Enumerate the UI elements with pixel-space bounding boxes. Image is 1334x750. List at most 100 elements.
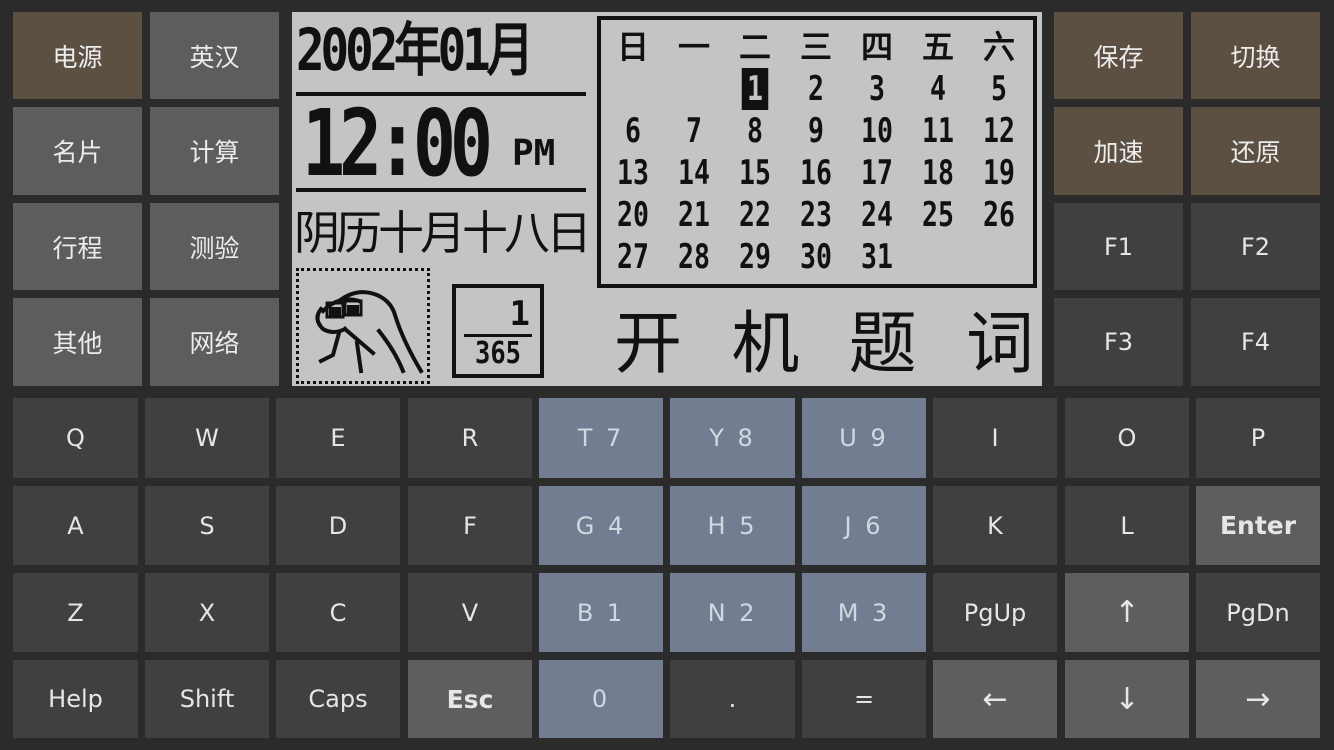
- key-v[interactable]: V: [408, 573, 532, 652]
- save-button[interactable]: 保存: [1054, 12, 1183, 99]
- restore-button[interactable]: 还原: [1191, 107, 1320, 195]
- calendar-day[interactable]: 28: [671, 236, 718, 278]
- calendar-day[interactable]: 17: [854, 152, 901, 194]
- right-arrow-key[interactable]: →: [1196, 660, 1320, 738]
- key-o[interactable]: O: [1065, 398, 1189, 478]
- calendar-day[interactable]: 24: [854, 194, 901, 236]
- slogan-char: 开: [614, 304, 683, 384]
- key-0[interactable]: 0: [539, 660, 663, 738]
- key-h-5[interactable]: H 5: [670, 486, 795, 565]
- calendar-weekday-header: 三: [799, 28, 832, 66]
- time-display: 12:00: [302, 90, 493, 197]
- key-w[interactable]: W: [145, 398, 269, 478]
- f3-key[interactable]: F3: [1054, 298, 1183, 386]
- calendar-day[interactable]: 19: [976, 152, 1023, 194]
- key-b-1[interactable]: B 1: [539, 573, 663, 652]
- help-key[interactable]: Help: [13, 660, 138, 738]
- calendar-day[interactable]: 15: [732, 152, 779, 194]
- key-t-7[interactable]: T 7: [539, 398, 663, 478]
- esc-key[interactable]: Esc: [408, 660, 532, 738]
- key-r[interactable]: R: [408, 398, 532, 478]
- key-a[interactable]: A: [13, 486, 138, 565]
- key-l[interactable]: L: [1065, 486, 1189, 565]
- calendar-day[interactable]: 27: [610, 236, 657, 278]
- key-g-4[interactable]: G 4: [539, 486, 663, 565]
- calendar-day[interactable]: 6: [610, 110, 657, 152]
- business-card-button[interactable]: 名片: [13, 107, 142, 195]
- equals-key[interactable]: =: [802, 660, 926, 738]
- calendar-day[interactable]: 12: [976, 110, 1023, 152]
- calendar-weekday-header: 五: [921, 28, 954, 66]
- divider: [296, 188, 586, 192]
- calendar-day[interactable]: 10: [854, 110, 901, 152]
- up-arrow-key[interactable]: ↑: [1065, 573, 1189, 652]
- calendar-day[interactable]: 4: [915, 68, 962, 110]
- calendar-day[interactable]: 14: [671, 152, 718, 194]
- calendar-day[interactable]: 16: [793, 152, 840, 194]
- key-z[interactable]: Z: [13, 573, 138, 652]
- key-e[interactable]: E: [276, 398, 400, 478]
- key-x[interactable]: X: [145, 573, 269, 652]
- period-key[interactable]: .: [670, 660, 795, 738]
- calendar-day[interactable]: 8: [732, 110, 779, 152]
- calendar-day-selected[interactable]: 1: [741, 68, 769, 110]
- f1-key[interactable]: F1: [1054, 203, 1183, 290]
- calendar-day[interactable]: 22: [732, 194, 779, 236]
- counter-denominator: 365: [474, 336, 522, 371]
- key-i[interactable]: I: [933, 398, 1057, 478]
- network-button[interactable]: 网络: [150, 298, 279, 386]
- other-button[interactable]: 其他: [13, 298, 142, 386]
- calendar-day[interactable]: 13: [610, 152, 657, 194]
- calendar-day[interactable]: 5: [976, 68, 1023, 110]
- caps-key[interactable]: Caps: [276, 660, 400, 738]
- pgup-key[interactable]: PgUp: [933, 573, 1057, 652]
- calendar-day[interactable]: 7: [671, 110, 718, 152]
- calendar-day[interactable]: 30: [793, 236, 840, 278]
- enter-key[interactable]: Enter: [1196, 486, 1320, 565]
- slogan-char: 词: [965, 304, 1034, 384]
- power-button[interactable]: 电源: [13, 12, 142, 99]
- key-k[interactable]: K: [933, 486, 1057, 565]
- down-arrow-key[interactable]: ↓: [1065, 660, 1189, 738]
- key-p[interactable]: P: [1196, 398, 1320, 478]
- f2-key[interactable]: F2: [1191, 203, 1320, 290]
- calendar-day[interactable]: 3: [854, 68, 901, 110]
- calendar-day[interactable]: 2: [793, 68, 840, 110]
- key-q[interactable]: Q: [13, 398, 138, 478]
- calculator-button[interactable]: 计算: [150, 107, 279, 195]
- slogan-char: 题: [848, 304, 917, 384]
- calendar-day[interactable]: 9: [793, 110, 840, 152]
- calendar-day[interactable]: 18: [915, 152, 962, 194]
- left-arrow-key[interactable]: ←: [933, 660, 1057, 738]
- calendar-weekday-header: 二: [738, 28, 771, 66]
- pgdn-key[interactable]: PgDn: [1196, 573, 1320, 652]
- key-y-8[interactable]: Y 8: [670, 398, 795, 478]
- key-c[interactable]: C: [276, 573, 400, 652]
- key-n-2[interactable]: N 2: [670, 573, 795, 652]
- slogan-char: 机: [731, 304, 800, 384]
- calendar-day[interactable]: 25: [915, 194, 962, 236]
- f4-key[interactable]: F4: [1191, 298, 1320, 386]
- quiz-button[interactable]: 测验: [150, 203, 279, 290]
- switch-button[interactable]: 切换: [1191, 12, 1320, 99]
- dictionary-button[interactable]: 英汉: [150, 12, 279, 99]
- calendar-day[interactable]: 11: [915, 110, 962, 152]
- calendar-day[interactable]: 29: [732, 236, 779, 278]
- shift-key[interactable]: Shift: [145, 660, 269, 738]
- calendar-day[interactable]: 21: [671, 194, 718, 236]
- schedule-button[interactable]: 行程: [13, 203, 142, 290]
- key-j-6[interactable]: J 6: [802, 486, 926, 565]
- calendar-day[interactable]: 26: [976, 194, 1023, 236]
- key-m-3[interactable]: M 3: [802, 573, 926, 652]
- calendar-day[interactable]: 31: [854, 236, 901, 278]
- dinosaur-icon: [296, 268, 430, 384]
- calendar-day[interactable]: 23: [793, 194, 840, 236]
- key-d[interactable]: D: [276, 486, 400, 565]
- date-display: 2002年01月: [296, 16, 534, 84]
- key-f[interactable]: F: [408, 486, 532, 565]
- calendar-weekday-header: 六: [982, 28, 1015, 66]
- key-s[interactable]: S: [145, 486, 269, 565]
- calendar-day[interactable]: 20: [610, 194, 657, 236]
- key-u-9[interactable]: U 9: [802, 398, 926, 478]
- speedup-button[interactable]: 加速: [1054, 107, 1183, 195]
